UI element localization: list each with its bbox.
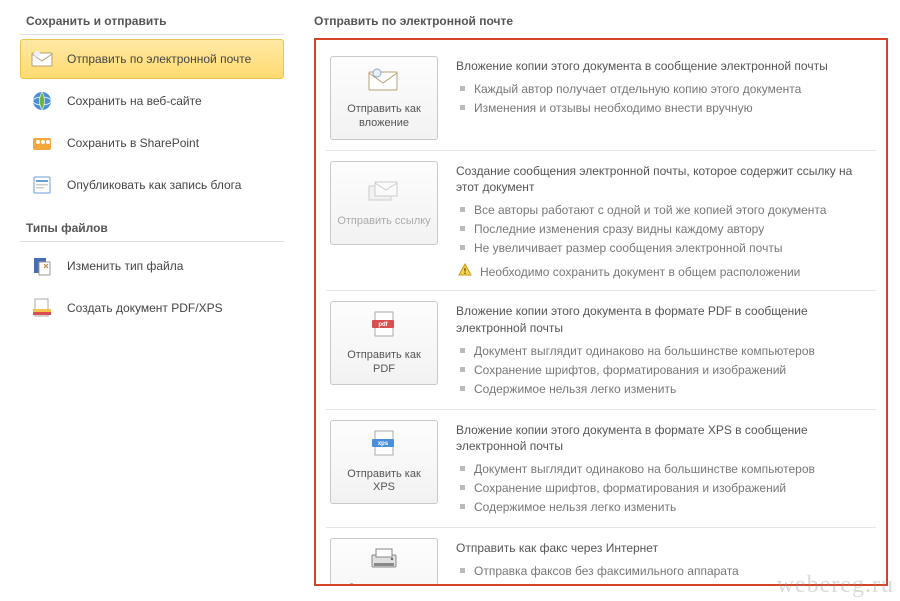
attachment-icon — [367, 66, 401, 97]
option-bullet: Не увеличивает размер сообщения электрон… — [456, 239, 872, 257]
option-title: Вложение копии этого документа в сообщен… — [456, 58, 872, 74]
right-panel-header: Отправить по электронной почте — [314, 8, 888, 34]
option-bullet: Требуется поставщик службы факсов — [456, 581, 872, 586]
left-panel: Сохранить и отправить Отправить по элект… — [0, 0, 294, 601]
option-bullet: Документ выглядит одинаково на большинст… — [456, 460, 872, 478]
svg-text:xps: xps — [378, 441, 389, 447]
nav-label: Отправить по электронной почте — [67, 52, 251, 66]
envelope-icon — [31, 48, 53, 70]
option-title: Вложение копии этого документа в формате… — [456, 422, 872, 454]
right-panel: Отправить по электронной почте Отправить… — [294, 0, 900, 601]
warning-icon — [458, 263, 472, 280]
button-label: Отправить как PDF — [335, 349, 433, 377]
svg-text:pdf: pdf — [378, 322, 388, 328]
nav-send-email[interactable]: Отправить по электронной почте — [20, 39, 284, 79]
option-description: Вложение копии этого документа в формате… — [456, 301, 872, 398]
button-label: Отправить как вложение — [335, 103, 433, 131]
section-save-send-header: Сохранить и отправить — [20, 8, 284, 35]
option-bullet: Изменения и отзывы необходимо внести вру… — [456, 99, 872, 117]
option-bullet: Содержимое нельзя легко изменить — [456, 498, 872, 516]
send-as-fax-button[interactable]: Отправить как факс через Интернет — [330, 538, 438, 586]
pdf-xps-icon — [31, 297, 53, 319]
nav-label: Создать документ PDF/XPS — [67, 301, 223, 315]
globe-icon — [31, 90, 53, 112]
send-link-button: Отправить ссылку — [330, 161, 438, 245]
nav-save-web[interactable]: Сохранить на веб-сайте — [20, 81, 284, 121]
xps-icon: xps — [369, 429, 399, 462]
warning-line: Необходимо сохранить документ в общем ра… — [456, 263, 872, 280]
nav-label: Изменить тип файла — [67, 259, 183, 273]
option-title: Отправить как факс через Интернет — [456, 540, 872, 556]
send-as-xps-button[interactable]: xps Отправить как XPS — [330, 420, 438, 504]
option-send-fax: Отправить как факс через Интернет Отправ… — [326, 528, 876, 586]
option-bullet: Документ выглядит одинаково на большинст… — [456, 342, 872, 360]
option-bullet: Содержимое нельзя легко изменить — [456, 380, 872, 398]
option-description: Создание сообщения электронной почты, ко… — [456, 161, 872, 280]
option-bullet: Сохранение шрифтов, форматирования и изо… — [456, 479, 872, 497]
nav-change-file-type[interactable]: Изменить тип файла — [20, 246, 284, 286]
option-bullet: Отправка факсов без факсимильного аппара… — [456, 562, 872, 580]
option-description: Вложение копии этого документа в сообщен… — [456, 56, 872, 118]
option-bullet: Все авторы работают с одной и той же коп… — [456, 201, 872, 219]
option-bullet: Сохранение шрифтов, форматирования и изо… — [456, 361, 872, 379]
option-send-xps: xps Отправить как XPS Вложение копии это… — [326, 410, 876, 528]
pdf-icon: pdf — [369, 310, 399, 343]
option-send-attachment: Отправить как вложение Вложение копии эт… — [326, 46, 876, 151]
send-as-attachment-button[interactable]: Отправить как вложение — [330, 56, 438, 140]
nav-create-pdf-xps[interactable]: Создать документ PDF/XPS — [20, 288, 284, 328]
fax-icon — [368, 545, 400, 576]
sharepoint-icon — [31, 132, 53, 154]
button-label: Отправить как XPS — [335, 468, 433, 496]
button-label: Отправить как факс через Интернет — [335, 582, 433, 586]
option-bullet: Последние изменения сразу видны каждому … — [456, 220, 872, 238]
send-as-pdf-button[interactable]: pdf Отправить как PDF — [330, 301, 438, 385]
blog-icon — [31, 174, 53, 196]
option-bullet: Каждый автор получает отдельную копию эт… — [456, 80, 872, 98]
nav-label: Сохранить в SharePoint — [67, 136, 199, 150]
link-envelope-icon — [367, 178, 401, 209]
nav-label: Сохранить на веб-сайте — [67, 94, 202, 108]
button-label: Отправить ссылку — [337, 215, 430, 229]
section-file-types-header: Типы файлов — [20, 215, 284, 242]
option-description: Вложение копии этого документа в формате… — [456, 420, 872, 517]
email-options-box: Отправить как вложение Вложение копии эт… — [314, 38, 888, 586]
nav-save-sharepoint[interactable]: Сохранить в SharePoint — [20, 123, 284, 163]
option-title: Вложение копии этого документа в формате… — [456, 303, 872, 335]
option-description: Отправить как факс через Интернет Отправ… — [456, 538, 872, 586]
option-title: Создание сообщения электронной почты, ко… — [456, 163, 872, 195]
option-send-link: Отправить ссылку Создание сообщения элек… — [326, 151, 876, 291]
nav-label: Опубликовать как запись блога — [67, 178, 241, 192]
nav-publish-blog[interactable]: Опубликовать как запись блога — [20, 165, 284, 205]
change-type-icon — [31, 255, 53, 277]
warning-text: Необходимо сохранить документ в общем ра… — [480, 265, 800, 279]
option-send-pdf: pdf Отправить как PDF Вложение копии это… — [326, 291, 876, 409]
